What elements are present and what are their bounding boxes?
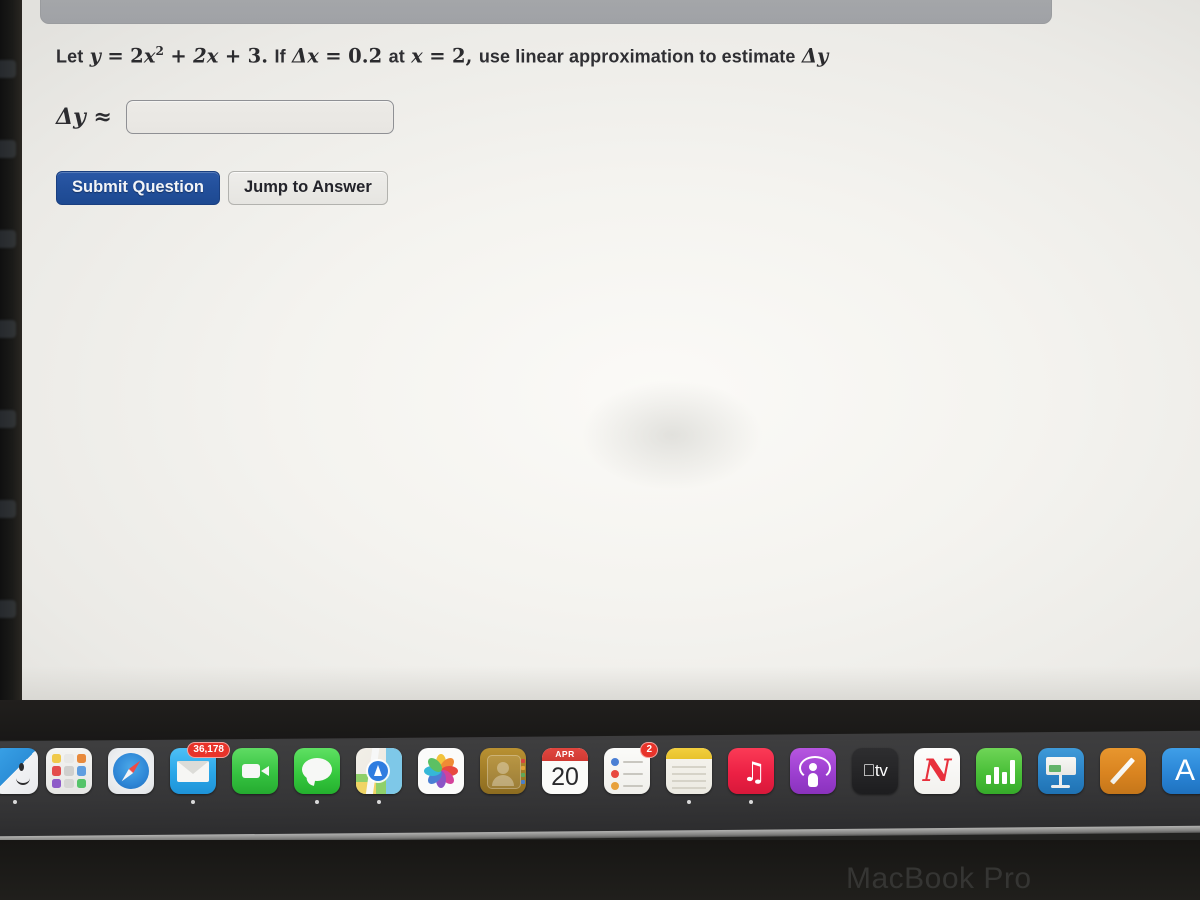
question-var-y: y (89, 44, 102, 68)
music-running-indicator (749, 800, 753, 804)
dock-item-launchpad[interactable] (46, 748, 92, 794)
calendar-month-label: APR (542, 748, 588, 761)
question-plus-1: + (170, 44, 187, 68)
macbook-pro-wordmark: MacBook Pro (846, 862, 1032, 895)
question-term-2x: 2x (193, 44, 219, 68)
calendar-day-label: 20 (551, 763, 579, 791)
dock-item-pages[interactable] (1100, 748, 1146, 794)
question-equals-1: = (107, 44, 124, 68)
question-equals-3: = (429, 44, 446, 68)
podcasts-icon (790, 748, 836, 794)
submit-question-button[interactable]: Submit Question (56, 171, 220, 205)
dock-item-music[interactable]: ♫ (728, 748, 774, 804)
dock-item-finder[interactable] (0, 748, 38, 804)
dock-item-photos[interactable] (418, 748, 464, 794)
question-var-x-1: x (143, 44, 156, 68)
browser-page: Let y = 2x2 + 2x + 3. If Δx = 0.2 at x =… (22, 0, 1200, 702)
question-exponent-2: 2 (155, 44, 165, 58)
safari-icon (108, 748, 154, 794)
dock-item-messages[interactable] (294, 748, 340, 804)
question-delta-y: Δy (801, 44, 829, 68)
question-plus-2: + (224, 44, 242, 68)
reminders-badge: 2 (640, 742, 658, 758)
messages-icon (294, 748, 340, 794)
dock-item-reminders[interactable]: 2 (604, 742, 658, 794)
screenshot-root: Let y = 2x2 + 2x + 3. If Δx = 0.2 at x =… (0, 0, 1200, 900)
answer-label-approx: ≈ (93, 104, 112, 130)
dock-item-appstore[interactable]: A (1162, 748, 1200, 794)
contacts-icon (480, 748, 526, 794)
dock-item-calendar[interactable]: APR 20 (542, 748, 588, 794)
news-icon: N (914, 748, 960, 794)
action-buttons: Submit Question Jump to Answer (56, 171, 388, 205)
facetime-icon (232, 748, 278, 794)
question-x-value: 2, (451, 44, 473, 68)
dock-item-podcasts[interactable] (790, 748, 836, 794)
question-tail-text: use linear approximation to estimate (478, 46, 796, 67)
finder-running-indicator (13, 800, 17, 804)
dock-item-contacts[interactable] (480, 748, 526, 794)
mail-running-indicator (191, 800, 195, 804)
keynote-icon (1038, 748, 1084, 794)
appletv-icon: tv (852, 748, 898, 794)
question-equals-2: = (325, 44, 342, 68)
question-word-at: at (388, 46, 405, 67)
answer-input[interactable] (125, 100, 394, 134)
notes-running-indicator (687, 800, 691, 804)
question-coef-2: 2 (130, 44, 144, 68)
answer-label-delta-y: Δy (56, 104, 86, 130)
question-text: Let y = 2x2 + 2x + 3. If Δx = 0.2 at x =… (56, 44, 1146, 68)
question-delta-x: Δx (292, 44, 319, 68)
dock-item-keynote[interactable] (1038, 748, 1084, 794)
jump-to-answer-button[interactable]: Jump to Answer (228, 171, 388, 205)
question-dx-value: 0.2 (348, 44, 383, 68)
calendar-icon: APR 20 (542, 748, 588, 794)
maps-icon (356, 748, 402, 794)
appletv-wordmark: tv (862, 761, 887, 780)
notes-icon (666, 748, 712, 794)
question-word-if: If (274, 46, 286, 67)
page-bottom-shading (22, 666, 1200, 702)
music-icon: ♫ (728, 748, 774, 794)
question-word-let: Let (56, 46, 84, 67)
launchpad-icon (46, 748, 92, 794)
answer-row: Δy ≈ (56, 100, 394, 134)
mail-unread-badge: 36,178 (187, 742, 230, 758)
maps-running-indicator (377, 800, 381, 804)
answer-label: Δy ≈ (56, 104, 112, 130)
offscreen-left-strip (0, 0, 22, 720)
question-statement: Let y = 2x2 + 2x + 3. If Δx = 0.2 at x =… (56, 44, 1146, 68)
dock-item-mail[interactable]: 36,178 (170, 742, 230, 804)
dock-item-numbers[interactable] (976, 748, 1022, 794)
finder-icon (0, 748, 38, 794)
cutoff-top-panel (40, 0, 1052, 24)
numbers-icon (976, 748, 1022, 794)
question-var-x-2: x (411, 44, 423, 68)
dock-item-news[interactable]: N (914, 748, 960, 794)
photos-icon (418, 748, 464, 794)
dock-icon-row: 36,178 APR 20 2 ♫ tv N A (0, 742, 1200, 818)
appstore-icon: A (1162, 748, 1200, 794)
dock-item-facetime[interactable] (232, 748, 278, 794)
dock-item-maps[interactable] (356, 748, 402, 804)
dock-item-safari[interactable] (108, 748, 154, 794)
dock-item-notes[interactable] (666, 748, 712, 804)
messages-running-indicator (315, 800, 319, 804)
dock-item-appletv[interactable]: tv (852, 748, 898, 794)
pages-icon (1100, 748, 1146, 794)
question-term-3: 3. (247, 44, 269, 68)
